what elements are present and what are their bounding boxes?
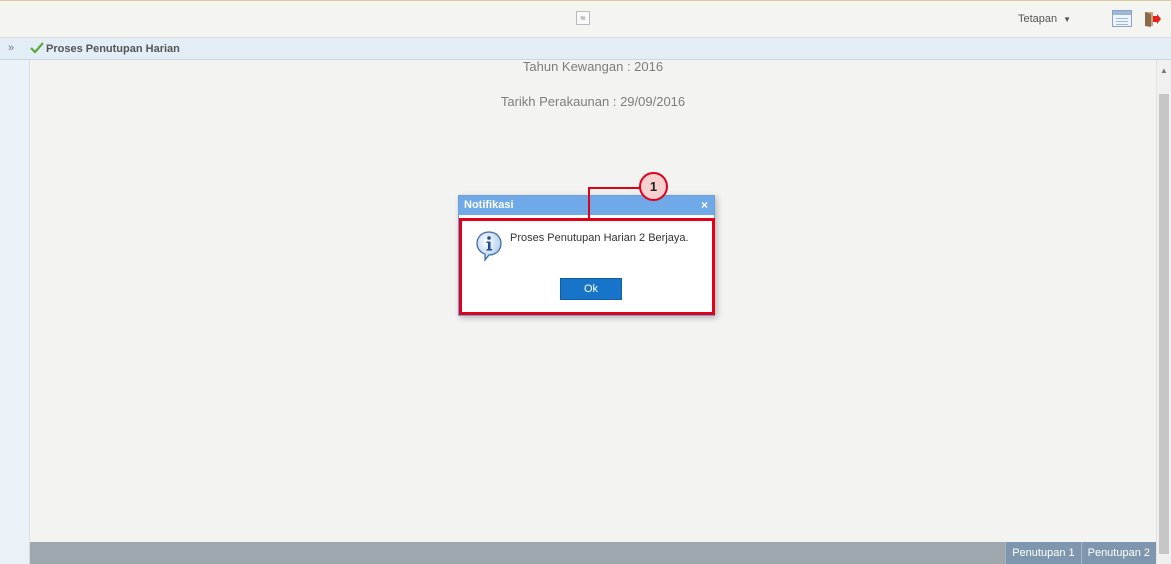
expand-sidebar-icon[interactable]: » [8, 42, 14, 54]
left-side-panel [0, 60, 30, 564]
callout-line [588, 187, 640, 189]
highlight-box [459, 218, 715, 315]
bottom-status-bar: Penutupan 1 Penutupan 2 [30, 542, 1156, 564]
financial-year-text: Tahun Kewangan : 2016 [522, 59, 664, 74]
collapse-header-button[interactable]: ≈ [576, 11, 590, 25]
bottom-tab-closing-1[interactable]: Penutupan 1 [1005, 542, 1081, 564]
settings-menu[interactable]: Tetapan ▼ [1018, 13, 1071, 25]
settings-label: Tetapan [1018, 13, 1058, 25]
scroll-up-arrow-icon[interactable]: ▲ [1160, 66, 1168, 75]
accounting-date-text: Tarikh Perakaunan : 29/09/2016 [500, 94, 686, 109]
tab-process-daily-closing[interactable]: Proses Penutupan Harian [46, 43, 180, 55]
caret-down-icon: ▼ [1063, 14, 1072, 24]
dialog-title: Notifikasi [464, 199, 514, 211]
double-chevron-up-icon: ≈ [580, 12, 586, 23]
callout-line [588, 187, 590, 218]
bottom-tab-closing-2[interactable]: Penutupan 2 [1080, 542, 1156, 564]
top-toolbar: ≈ Tetapan ▼ [0, 0, 1171, 38]
close-icon[interactable]: × [701, 198, 708, 212]
grid-view-icon[interactable] [1112, 10, 1132, 27]
step-badge: 1 [639, 172, 668, 201]
dialog-header: Notifikasi × [459, 196, 714, 215]
scrollbar-thumb[interactable] [1159, 94, 1169, 554]
checkmark-icon [30, 42, 44, 54]
logout-icon[interactable] [1143, 10, 1161, 28]
vertical-scrollbar[interactable]: ▲ [1156, 60, 1171, 564]
tab-strip: » Proses Penutupan Harian [0, 38, 1171, 60]
